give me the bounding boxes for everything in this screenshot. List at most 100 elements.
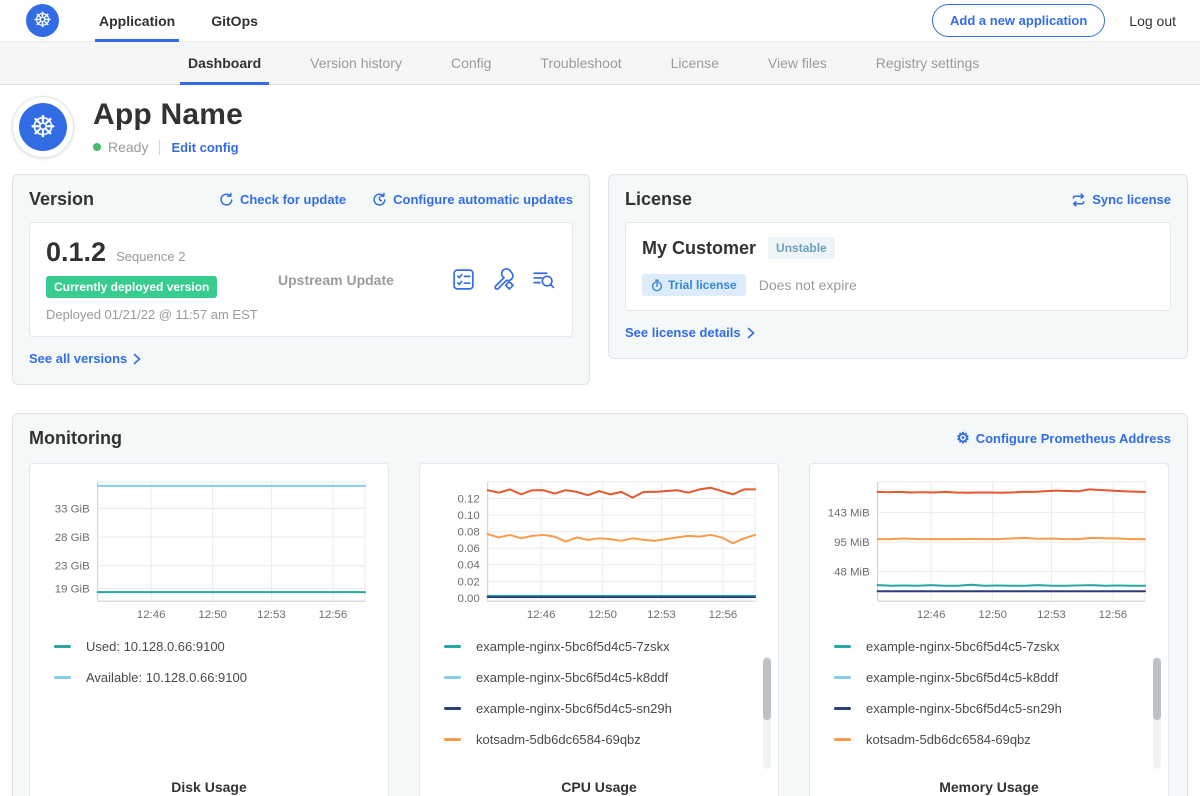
cpu-usage-legend: example-nginx-5bc6f5d4c5-7zskx example-ng… — [430, 639, 768, 763]
svg-text:0.08: 0.08 — [457, 527, 479, 539]
tab-view-files[interactable]: View files — [768, 42, 827, 85]
topnav-tab-application[interactable]: Application — [99, 0, 175, 42]
svg-text:0.10: 0.10 — [457, 510, 479, 522]
logout-button[interactable]: Log out — [1129, 13, 1176, 29]
divider — [159, 140, 160, 155]
svg-text:12:53: 12:53 — [257, 609, 286, 621]
disk-usage-title: Disk Usage — [40, 779, 378, 795]
memory-usage-chart: 143 MiB 95 MiB 48 MiB 12:46 12:50 12:53 12:56 — [820, 474, 1158, 625]
configure-automatic-updates-link[interactable]: Configure automatic updates — [372, 192, 573, 207]
see-all-versions-link[interactable]: See all versions — [29, 351, 141, 366]
preflight-checks-icon[interactable] — [451, 267, 476, 292]
legend-label: kotsadm-5db6dc6584-69qbz — [476, 732, 641, 747]
legend-color-dash — [834, 676, 851, 679]
legend-scrollbar[interactable] — [763, 656, 771, 769]
stopwatch-icon — [651, 279, 663, 292]
check-for-update-link[interactable]: Check for update — [219, 192, 346, 207]
license-card-title: License — [625, 189, 692, 210]
legend-item: kotsadm-5db6dc6584-69qbz — [444, 732, 768, 747]
scrollbar-thumb[interactable] — [1153, 658, 1161, 720]
svg-text:23 GiB: 23 GiB — [55, 561, 90, 573]
svg-text:12:46: 12:46 — [527, 609, 556, 621]
status-text: Ready — [108, 139, 148, 155]
legend-color-dash — [54, 645, 71, 648]
svg-text:19 GiB: 19 GiB — [55, 584, 90, 596]
current-version-row: 0.1.2 Sequence 2 Currently deployed vers… — [29, 222, 573, 337]
top-nav: ☸ Application GitOps Add a new applicati… — [0, 0, 1200, 42]
legend-label: kotsadm-5db6dc6584-69qbz — [866, 732, 1031, 747]
legend-label: Used: 10.128.0.66:9100 — [86, 639, 225, 654]
tab-version-history[interactable]: Version history — [310, 42, 402, 85]
scrollbar-thumb[interactable] — [763, 658, 771, 720]
legend-color-dash — [444, 738, 461, 741]
svg-text:95 MiB: 95 MiB — [834, 537, 870, 549]
disk-usage-legend: Used: 10.128.0.66:9100 Available: 10.128.… — [40, 639, 378, 701]
svg-text:143 MiB: 143 MiB — [828, 507, 870, 519]
memory-usage-chart-card: 143 MiB 95 MiB 48 MiB 12:46 12:50 12:53 12:56 e… — [809, 463, 1169, 796]
legend-color-dash — [444, 707, 461, 710]
disk-usage-chart-card: 33 GiB28 GiB23 GiB19 GiB12:4612:5012:531… — [29, 463, 389, 796]
app-header: ☸ App Name Ready Edit config — [0, 85, 1200, 158]
tab-license[interactable]: License — [671, 42, 719, 85]
disk-usage-chart: 33 GiB28 GiB23 GiB19 GiB12:4612:5012:531… — [40, 474, 378, 625]
trial-license-badge: Trial license — [642, 274, 746, 296]
svg-text:0.06: 0.06 — [457, 543, 479, 555]
svg-text:12:56: 12:56 — [1099, 609, 1128, 621]
legend-item: example-nginx-5bc6f5d4c5-k8ddf — [834, 670, 1158, 685]
legend-item: example-nginx-5bc6f5d4c5-sn29h — [834, 701, 1158, 716]
legend-label: example-nginx-5bc6f5d4c5-k8ddf — [866, 670, 1058, 685]
config-wrench-icon[interactable] — [491, 267, 516, 292]
license-card: License Sync license My Customer Unstabl… — [608, 174, 1188, 359]
channel-badge: Unstable — [768, 237, 835, 259]
sync-license-link[interactable]: Sync license — [1071, 192, 1171, 207]
legend-item: example-nginx-5bc6f5d4c5-7zskx — [834, 639, 1158, 654]
legend-item: example-nginx-5bc6f5d4c5-7zskx — [444, 639, 768, 654]
legend-label: example-nginx-5bc6f5d4c5-sn29h — [866, 701, 1062, 716]
charts-row: 33 GiB28 GiB23 GiB19 GiB12:4612:5012:531… — [29, 463, 1171, 796]
kubernetes-logo-icon: ☸ — [26, 4, 59, 37]
topnav-tab-gitops[interactable]: GitOps — [211, 0, 258, 42]
legend-label: Available: 10.128.0.66:9100 — [86, 670, 247, 685]
svg-text:12:50: 12:50 — [588, 609, 617, 621]
svg-text:0.00: 0.00 — [457, 593, 479, 605]
currently-deployed-badge: Currently deployed version — [46, 276, 217, 298]
see-license-details-link[interactable]: See license details — [625, 325, 755, 340]
configure-prometheus-link[interactable]: ⚙ Configure Prometheus Address — [956, 431, 1171, 446]
tab-registry-settings[interactable]: Registry settings — [876, 42, 979, 85]
svg-text:12:50: 12:50 — [978, 609, 1007, 621]
sequence-label: Sequence 2 — [116, 249, 185, 264]
svg-text:12:46: 12:46 — [917, 609, 946, 621]
tab-troubleshoot[interactable]: Troubleshoot — [540, 42, 621, 85]
legend-color-dash — [834, 738, 851, 741]
svg-text:33 GiB: 33 GiB — [55, 503, 90, 515]
legend-label: example-nginx-5bc6f5d4c5-7zskx — [866, 639, 1060, 654]
legend-color-dash — [444, 645, 461, 648]
license-expiry-text: Does not expire — [759, 277, 857, 293]
svg-text:0.04: 0.04 — [457, 560, 480, 572]
version-card-title: Version — [29, 189, 94, 210]
svg-text:12:53: 12:53 — [647, 609, 676, 621]
legend-color-dash — [444, 676, 461, 679]
svg-text:48 MiB: 48 MiB — [834, 566, 870, 578]
version-number: 0.1.2 — [46, 237, 106, 268]
view-logs-search-icon[interactable] — [531, 267, 556, 292]
svg-text:12:53: 12:53 — [1037, 609, 1066, 621]
edit-config-link[interactable]: Edit config — [171, 140, 238, 155]
status-ready-dot — [93, 143, 101, 151]
refresh-icon — [219, 192, 234, 207]
svg-text:12:56: 12:56 — [319, 609, 348, 621]
svg-text:12:56: 12:56 — [709, 609, 738, 621]
add-application-button[interactable]: Add a new application — [932, 4, 1105, 37]
legend-item: kotsadm-5db6dc6584-69qbz — [834, 732, 1158, 747]
legend-label: example-nginx-5bc6f5d4c5-k8ddf — [476, 670, 668, 685]
legend-label: example-nginx-5bc6f5d4c5-sn29h — [476, 701, 672, 716]
legend-scrollbar[interactable] — [1153, 656, 1161, 769]
license-details-row: My Customer Unstable Trial license Does … — [625, 222, 1171, 311]
memory-usage-legend: example-nginx-5bc6f5d4c5-7zskx example-ng… — [820, 639, 1158, 763]
cpu-usage-title: CPU Usage — [430, 779, 768, 795]
deployed-timestamp: Deployed 01/21/22 @ 11:57 am EST — [46, 307, 278, 322]
tab-dashboard[interactable]: Dashboard — [188, 42, 261, 85]
legend-color-dash — [834, 707, 851, 710]
tab-config[interactable]: Config — [451, 42, 491, 85]
schedule-clock-icon — [372, 192, 387, 207]
